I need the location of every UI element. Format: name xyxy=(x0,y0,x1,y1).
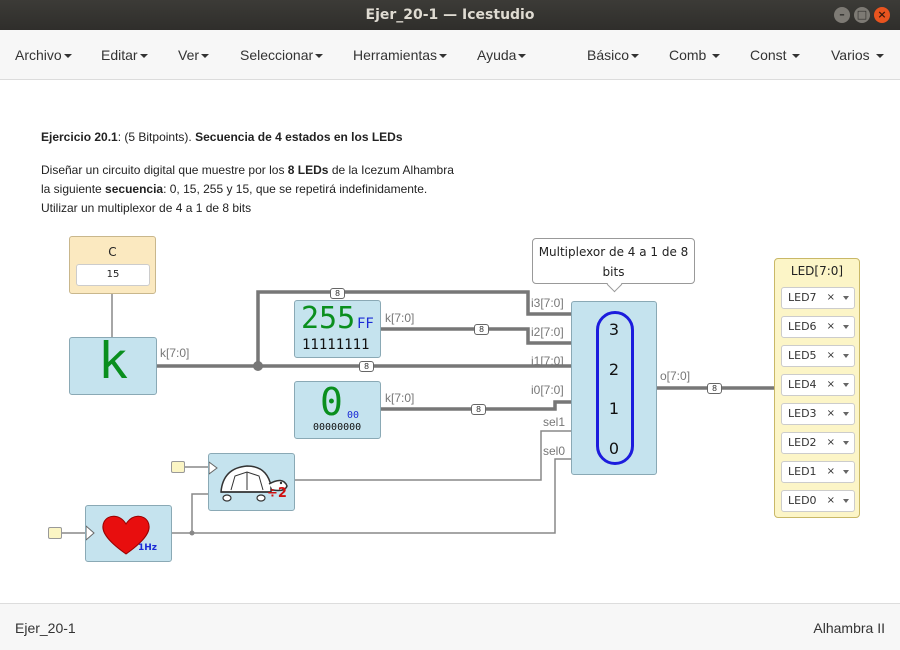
led-select-led3[interactable]: LED3 × xyxy=(781,403,855,425)
remove-icon[interactable]: × xyxy=(827,346,835,366)
menu-editar[interactable]: Editar xyxy=(101,30,148,80)
close-icon[interactable]: × xyxy=(874,7,890,23)
led-select-led1[interactable]: LED1 × xyxy=(781,461,855,483)
chevron-down-icon xyxy=(875,54,884,59)
led-select-led7[interactable]: LED7 × xyxy=(781,287,855,309)
chevron-down-icon xyxy=(631,54,640,59)
const0-output-label: k[7:0] xyxy=(385,391,415,405)
chevron-down-icon xyxy=(439,54,448,59)
heart-icon xyxy=(86,515,150,555)
constant-decimal: 0 xyxy=(320,380,343,424)
board-name[interactable]: Alhambra II xyxy=(813,620,885,636)
chevron-down-icon xyxy=(315,54,324,59)
chevron-down-icon[interactable] xyxy=(843,296,849,300)
led-output-block[interactable]: LED[7:0] LED7 × LED6 × LED5 × LED4 × LED3 × L… xyxy=(774,258,860,518)
mux-number: 1 xyxy=(608,399,620,418)
prescaler-block[interactable]: ÷2 xyxy=(208,453,295,511)
menu-varios[interactable]: Varios xyxy=(831,30,884,80)
mux-output-label: o[7:0] xyxy=(660,369,691,383)
led-select-led6[interactable]: LED6 × xyxy=(781,316,855,338)
mux-input-i0-label: i0[7:0] xyxy=(531,383,564,397)
remove-icon[interactable]: × xyxy=(827,404,835,424)
remove-icon[interactable]: × xyxy=(827,288,835,308)
mux-number: 2 xyxy=(608,360,620,379)
led-select-led5[interactable]: LED5 × xyxy=(781,345,855,367)
project-name: Ejer_20-1 xyxy=(15,620,76,636)
constant-0-block[interactable]: 0 00 00000000 xyxy=(294,380,381,439)
mux-input-sel1-label: sel1 xyxy=(543,415,566,429)
window-title: Ejer_20-1 — Icestudio xyxy=(365,7,535,23)
remove-icon[interactable]: × xyxy=(827,491,835,511)
chevron-down-icon xyxy=(139,54,148,59)
bus-width-badge: 8 xyxy=(471,404,486,415)
remove-icon[interactable]: × xyxy=(827,317,835,337)
led-select-led0[interactable]: LED0 × xyxy=(781,490,855,512)
constant-k-block[interactable]: k xyxy=(69,332,157,395)
status-bar: Ejer_20-1 Alhambra II xyxy=(0,603,900,650)
chevron-down-icon xyxy=(792,54,801,59)
clock-input-pin[interactable] xyxy=(171,461,185,473)
constant-decimal: 255 xyxy=(301,301,356,336)
menu-bar: Archivo Editar Ver Seleccionar Herramien… xyxy=(0,30,900,80)
menu-seleccionar[interactable]: Seleccionar xyxy=(240,30,324,80)
design-canvas[interactable]: Ejercicio 20.1: (5 Bitpoints). Secuencia… xyxy=(0,81,900,603)
turtle-icon xyxy=(209,461,288,502)
mux-number: 0 xyxy=(608,439,620,458)
clock-input-pin[interactable] xyxy=(48,527,62,539)
remove-icon[interactable]: × xyxy=(827,462,835,482)
bus-width-badge: 8 xyxy=(359,361,374,372)
chevron-down-icon[interactable] xyxy=(843,470,849,474)
mux-input-sel0-label: sel0 xyxy=(543,444,566,458)
maximize-icon[interactable]: □ xyxy=(854,7,870,23)
led-title: LED[7:0] xyxy=(790,264,844,278)
menu-basico[interactable]: Básico xyxy=(587,30,640,80)
mux-number: 3 xyxy=(608,320,620,339)
minimize-icon[interactable]: – xyxy=(834,7,850,23)
led-select-led4[interactable]: LED4 × xyxy=(781,374,855,396)
bus-width-badge: 8 xyxy=(707,383,722,394)
mux-comment-tooltip: Multiplexor de 4 a 1 de 8 bits xyxy=(532,238,695,284)
chevron-down-icon[interactable] xyxy=(843,354,849,358)
chevron-down-icon xyxy=(63,54,72,59)
constant-parameter-c[interactable]: C 15 xyxy=(69,236,156,294)
parameter-name: C xyxy=(108,245,117,259)
constant-binary: 11111111 xyxy=(302,337,370,353)
bus-width-badge: 8 xyxy=(474,324,489,335)
chevron-down-icon xyxy=(201,54,210,59)
menu-ver[interactable]: Ver xyxy=(178,30,210,80)
chevron-down-icon[interactable] xyxy=(843,499,849,503)
remove-icon[interactable]: × xyxy=(827,375,835,395)
k-output-label: k[7:0] xyxy=(160,346,190,360)
menu-archivo[interactable]: Archivo xyxy=(15,30,72,80)
mux-input-i2-label: i2[7:0] xyxy=(531,325,564,339)
chevron-down-icon[interactable] xyxy=(843,441,849,445)
mux-input-i1-label: i1[7:0] xyxy=(531,354,564,368)
prescaler-label: ÷2 xyxy=(267,486,287,501)
chevron-down-icon[interactable] xyxy=(843,383,849,387)
menu-ayuda[interactable]: Ayuda xyxy=(477,30,527,80)
constant-hex: 00 xyxy=(347,410,360,421)
bus-width-badge: 8 xyxy=(330,288,345,299)
window-titlebar: Ejer_20-1 — Icestudio – □ × xyxy=(0,0,900,30)
constant-255-block[interactable]: 255 FF 11111111 xyxy=(294,300,381,358)
menu-const[interactable]: Const xyxy=(750,30,801,80)
mux-input-i3-label: i3[7:0] xyxy=(531,296,564,310)
menu-herramientas[interactable]: Herramientas xyxy=(353,30,448,80)
const255-output-label: k[7:0] xyxy=(385,311,415,325)
constant-binary: 00000000 xyxy=(313,422,362,433)
menu-comb[interactable]: Comb xyxy=(669,30,721,80)
chevron-down-icon xyxy=(712,54,721,59)
led-select-led2[interactable]: LED2 × xyxy=(781,432,855,454)
chevron-down-icon[interactable] xyxy=(843,325,849,329)
constant-hex: FF xyxy=(357,316,374,332)
heartbeat-label: 1Hz xyxy=(138,543,158,553)
chevron-down-icon[interactable] xyxy=(843,412,849,416)
remove-icon[interactable]: × xyxy=(827,433,835,453)
multiplexer-block[interactable]: 3 2 1 0 xyxy=(571,301,657,475)
parameter-value-field[interactable]: 15 xyxy=(76,264,150,286)
heartbeat-1hz-block[interactable]: 1Hz xyxy=(85,505,172,562)
chevron-down-icon xyxy=(518,54,527,59)
k-symbol: k xyxy=(97,332,129,390)
